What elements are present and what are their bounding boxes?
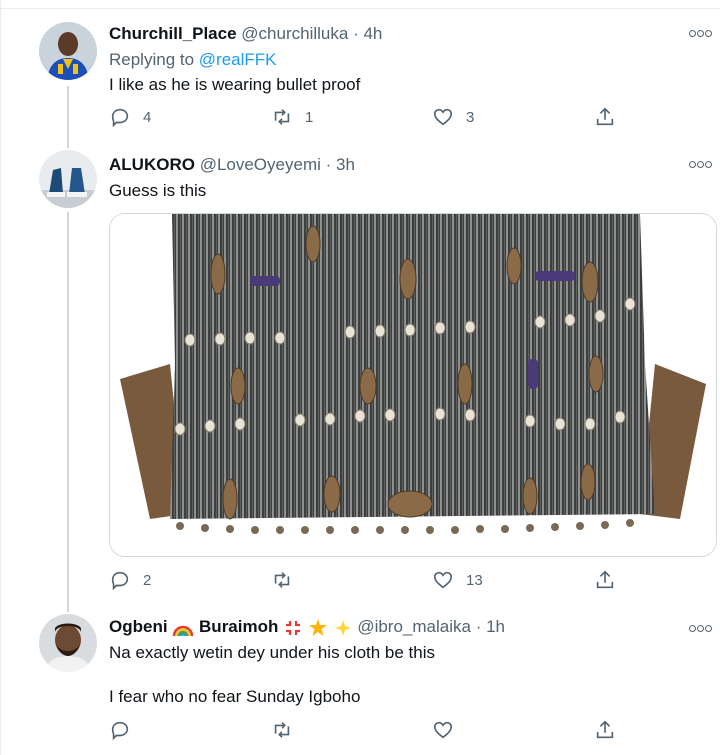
timestamp[interactable]: 3h	[336, 155, 355, 174]
share-icon	[596, 570, 614, 589]
display-name[interactable]: ALUKORO	[109, 155, 195, 174]
tweet-image[interactable]	[109, 213, 717, 557]
heart-icon	[433, 571, 453, 589]
more-icon[interactable]	[688, 619, 712, 635]
top-divider	[0, 8, 720, 9]
separator-dot: ·	[325, 155, 332, 174]
mention-link[interactable]: @realFFK	[199, 50, 277, 69]
more-icon[interactable]	[688, 155, 712, 171]
reply-button[interactable]: 4	[109, 106, 151, 128]
retweet-icon	[274, 572, 290, 588]
tweet-actions: 2 13	[109, 569, 619, 595]
display-name-part1[interactable]: Ogbeni	[109, 617, 168, 636]
star-emoji-icon	[308, 618, 327, 636]
tweet-actions: 4 1 3	[109, 106, 619, 132]
reply-button[interactable]: 2	[109, 569, 151, 591]
reply-icon	[111, 721, 129, 741]
like-count: 3	[466, 108, 475, 126]
heart-icon	[433, 721, 453, 739]
replying-to: Replying to @realFFK	[109, 50, 277, 70]
reply-button[interactable]	[109, 719, 143, 741]
thread-line	[67, 212, 69, 612]
replying-label: Replying to	[109, 50, 195, 69]
user-handle[interactable]: @LoveOyeyemi	[200, 155, 321, 174]
share-icon	[596, 107, 614, 126]
reply-icon	[111, 571, 129, 591]
like-button[interactable]	[432, 719, 466, 741]
timestamp[interactable]: 4h	[363, 24, 382, 43]
separator-dot: ·	[475, 617, 482, 636]
smock-photo	[110, 214, 716, 556]
tweet-actions	[109, 719, 619, 745]
sparkles-emoji-icon	[334, 619, 351, 636]
reply-count: 2	[143, 571, 152, 589]
timestamp[interactable]: 1h	[486, 617, 505, 636]
reply-icon	[111, 108, 129, 128]
left-divider	[0, 0, 1, 755]
avatar[interactable]	[39, 614, 97, 672]
retweet-count: 1	[305, 108, 314, 126]
separator-dot: ·	[353, 24, 359, 43]
user-handle[interactable]: @churchilluka	[241, 24, 348, 43]
rainbow-emoji-icon	[173, 625, 194, 636]
retweet-button[interactable]	[271, 569, 305, 591]
tweet-header: Ogbeni Buraimoh @ibro_malaika · 1h	[109, 617, 505, 638]
reply-count: 4	[143, 108, 152, 126]
share-icon	[596, 720, 614, 739]
display-name-part2[interactable]: Buraimoh	[199, 617, 278, 636]
share-button[interactable]	[594, 569, 616, 591]
tweet-text: I like as he is wearing bullet proof	[109, 75, 361, 94]
retweet-button[interactable]: 1	[271, 106, 313, 128]
display-name[interactable]: Churchill_Place	[109, 24, 237, 43]
tweet-text-line-1: Na exactly wetin dey under his cloth be …	[109, 643, 436, 662]
like-button[interactable]: 3	[432, 106, 474, 128]
more-icon[interactable]	[688, 24, 712, 40]
tweet-text: Guess is this	[109, 181, 207, 200]
thread-line	[67, 86, 69, 148]
share-button[interactable]	[594, 106, 616, 128]
heart-icon	[433, 108, 453, 126]
retweet-icon	[274, 722, 290, 738]
tweet-text-line-2: I fear who no fear Sunday Igboho	[109, 687, 361, 706]
anger-emoji-icon	[286, 620, 301, 635]
avatar[interactable]	[39, 22, 97, 80]
retweet-icon	[274, 109, 290, 125]
avatar[interactable]	[39, 150, 97, 208]
tweet-header: Churchill_Place @churchilluka · 4h	[109, 24, 382, 44]
tweet-header: ALUKORO @LoveOyeyemi · 3h	[109, 155, 355, 175]
like-button[interactable]: 13	[432, 569, 483, 591]
like-count: 13	[466, 571, 483, 589]
retweet-button[interactable]	[271, 719, 305, 741]
user-handle[interactable]: @ibro_malaika	[357, 617, 471, 636]
share-button[interactable]	[594, 719, 616, 741]
